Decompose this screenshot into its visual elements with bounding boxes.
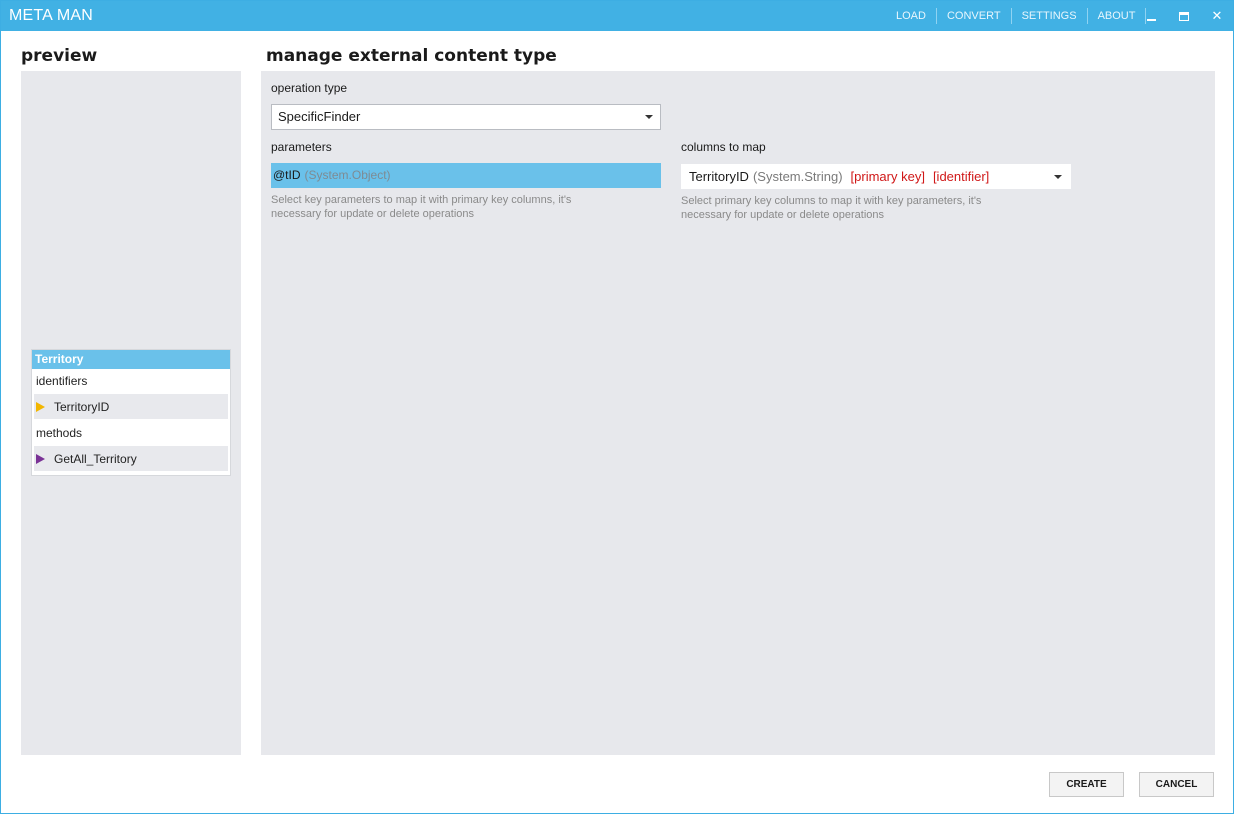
- app-window: META MAN LOAD CONVERT SETTINGS ABOUT ✕ p…: [0, 0, 1234, 814]
- menu-settings[interactable]: SETTINGS: [1012, 8, 1087, 24]
- parameter-type: (System.Object): [304, 168, 391, 182]
- columns-hint: Select primary key columns to map it wit…: [681, 194, 1081, 222]
- identifier-item[interactable]: TerritoryID: [34, 394, 228, 419]
- columns-select[interactable]: TerritoryID (System.String) [primary key] […: [681, 164, 1071, 189]
- minimize-icon: [1146, 19, 1156, 21]
- columns-hint-line: necessary for update or delete operation…: [681, 209, 885, 221]
- identifiers-section-label: identifiers: [36, 374, 88, 388]
- entity-title: Territory: [32, 350, 230, 369]
- menu-load[interactable]: LOAD: [886, 8, 936, 24]
- columns-label: columns to map: [681, 140, 766, 154]
- operation-type-label: operation type: [271, 81, 348, 95]
- menu-convert[interactable]: CONVERT: [937, 8, 1011, 24]
- method-item[interactable]: GetAll_Territory: [34, 446, 228, 471]
- manage-heading: manage external content type: [266, 46, 557, 66]
- title-bar: META MAN LOAD CONVERT SETTINGS ABOUT ✕: [1, 1, 1233, 31]
- minimize-button[interactable]: [1135, 1, 1167, 31]
- identifier-tag: [identifier]: [932, 169, 990, 184]
- maximize-icon: [1179, 11, 1189, 21]
- identifier-label: TerritoryID: [54, 399, 110, 414]
- preview-panel: Territory identifiers TerritoryID method…: [21, 71, 241, 755]
- maximize-button[interactable]: [1168, 1, 1200, 31]
- methods-section-label: methods: [36, 426, 83, 440]
- column-type: (System.String): [752, 169, 843, 184]
- close-icon: ✕: [1211, 8, 1223, 24]
- close-button[interactable]: ✕: [1201, 1, 1233, 31]
- columns-hint-line: Select primary key columns to map it wit…: [681, 195, 982, 207]
- app-title: META MAN: [9, 7, 93, 24]
- parameters-hint-line: Select key parameters to map it with pri…: [271, 194, 572, 206]
- caret-down-icon: [1054, 175, 1062, 179]
- create-button[interactable]: CREATE: [1049, 772, 1124, 797]
- parameter-item[interactable]: @tID (System.Object): [271, 163, 661, 188]
- primary-key-tag: [primary key]: [850, 169, 925, 184]
- manage-panel: operation type SpecificFinder parameters…: [261, 71, 1215, 755]
- caret-down-icon: [645, 115, 653, 119]
- purple-triangle-icon: [36, 453, 45, 464]
- parameters-label: parameters: [271, 140, 332, 154]
- parameters-hint: Select key parameters to map it with pri…: [271, 193, 671, 221]
- entity-card: Territory identifiers TerritoryID method…: [31, 349, 231, 476]
- top-menu: LOAD CONVERT SETTINGS ABOUT: [886, 1, 1147, 31]
- operation-type-select[interactable]: SpecificFinder: [271, 104, 661, 130]
- yellow-triangle-icon: [36, 401, 45, 412]
- method-label: GetAll_Territory: [54, 451, 137, 466]
- parameter-name: @tID: [273, 168, 301, 182]
- parameters-hint-line: necessary for update or delete operation…: [271, 208, 475, 220]
- cancel-button[interactable]: CANCEL: [1139, 772, 1214, 797]
- column-name: TerritoryID: [689, 169, 749, 184]
- preview-heading: preview: [21, 46, 98, 66]
- operation-type-value: SpecificFinder: [278, 109, 361, 124]
